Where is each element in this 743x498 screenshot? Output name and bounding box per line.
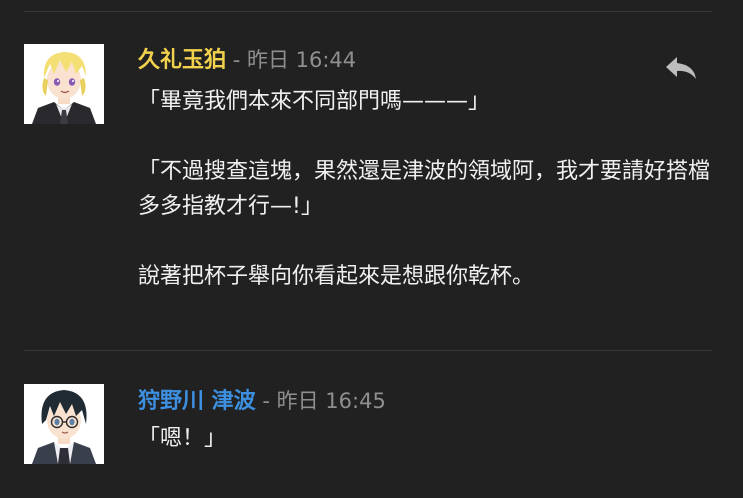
header-separator: - <box>255 389 277 413</box>
avatar-kanogawa[interactable] <box>24 384 104 464</box>
author-name[interactable]: 狩野川 津波 <box>138 389 256 414</box>
message-paragraph: 「畢竟我們本來不同部門嗎———」 <box>138 89 491 114</box>
reply-button[interactable] <box>663 53 699 83</box>
dark-haired-glasses-character-avatar-icon <box>24 384 104 464</box>
blonde-character-avatar-icon <box>24 44 104 124</box>
message-divider <box>24 350 712 351</box>
avatar-kurei[interactable] <box>24 44 104 124</box>
header-separator: - <box>226 48 247 72</box>
timestamp[interactable]: 昨日 16:45 <box>277 389 386 413</box>
message-header-1: 久礼玉狛 - 昨日 16:44 <box>138 45 356 76</box>
author-name[interactable]: 久礼玉狛 <box>138 48 226 73</box>
timestamp[interactable]: 昨日 16:44 <box>247 48 356 72</box>
top-divider <box>24 11 712 12</box>
message-body-1: 「畢竟我們本來不同部門嗎———」 「不過搜查這塊，果然還是津波的領域阿，我才要請… <box>138 84 713 294</box>
reply-icon <box>666 57 696 79</box>
message-body-2: 「嗯！」 <box>138 421 713 456</box>
message-paragraph: 「不過搜查這塊，果然還是津波的領域阿，我才要請好搭檔多多指教才行—!」 <box>138 159 711 219</box>
message-paragraph: 說著把杯子舉向你看起來是想跟你乾杯。 <box>138 264 535 289</box>
message-paragraph: 「嗯！」 <box>138 426 227 451</box>
message-header-2: 狩野川 津波 - 昨日 16:45 <box>138 386 386 417</box>
